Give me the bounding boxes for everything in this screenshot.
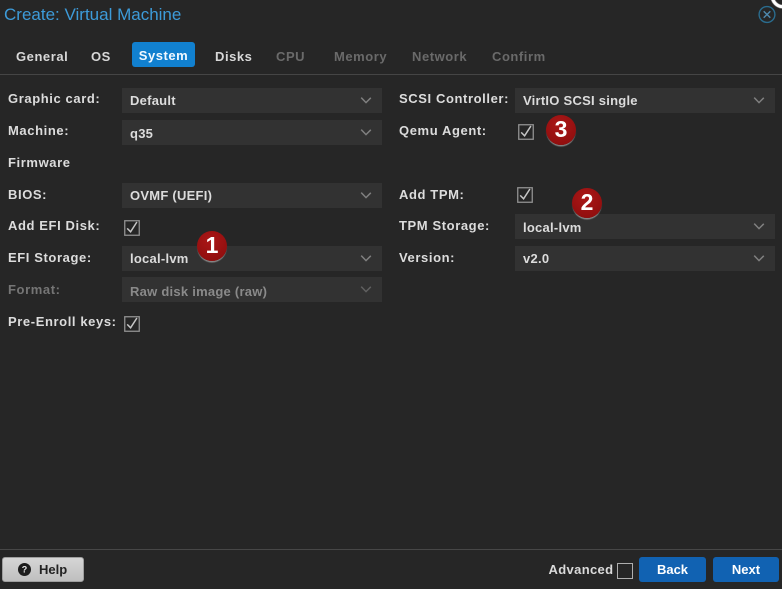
- svg-text:?: ?: [22, 565, 28, 575]
